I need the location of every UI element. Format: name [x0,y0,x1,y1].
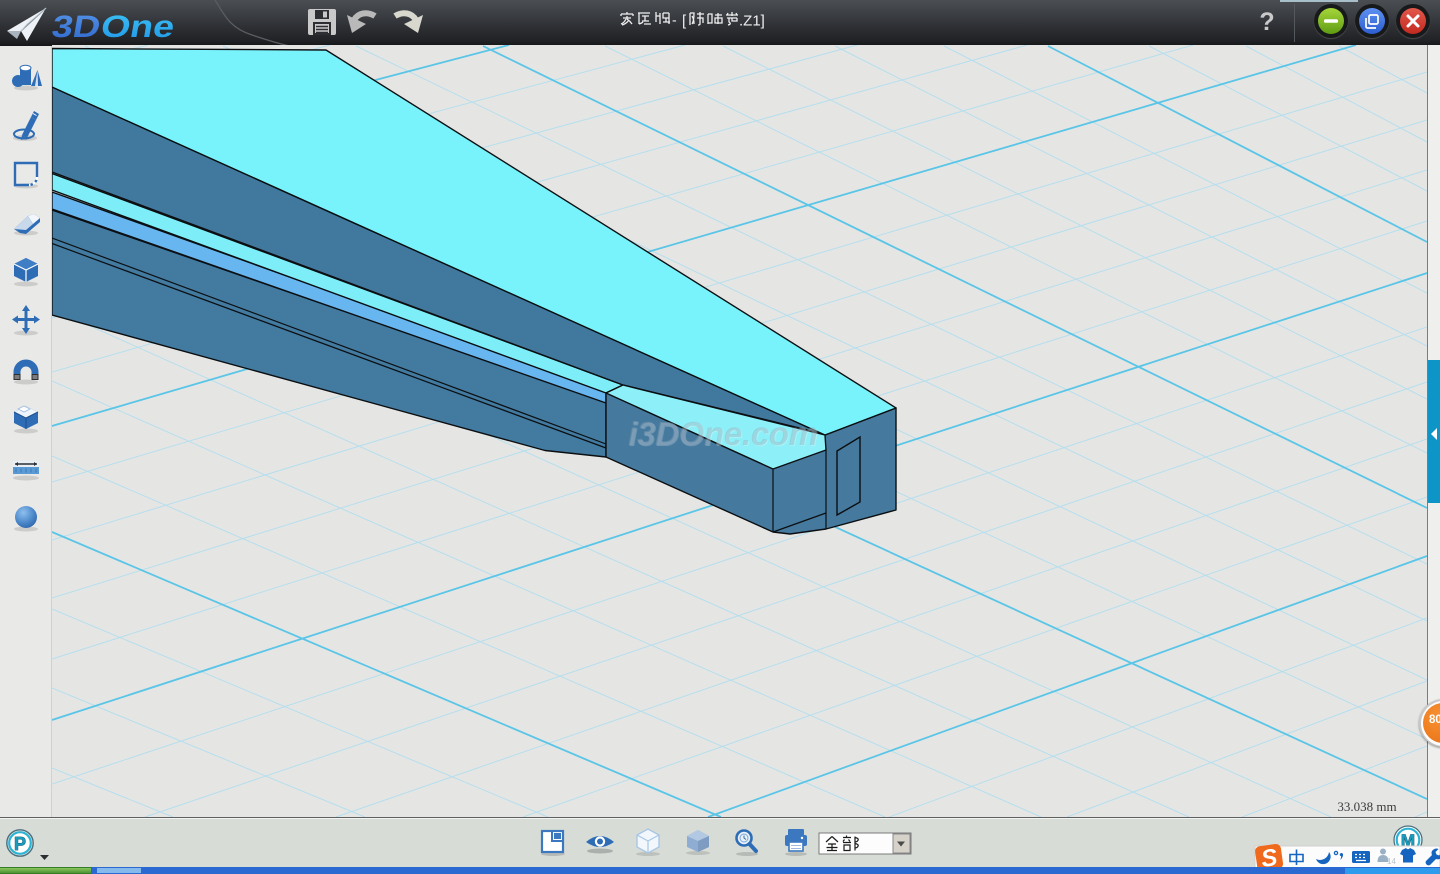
svg-text:[: [ [682,13,687,30]
svg-text:i3DOne.com: i3DOne.com [628,415,818,452]
svg-text:-: - [672,12,677,28]
svg-text:14: 14 [1387,857,1396,866]
svg-text:P: P [14,834,26,854]
svg-text:33.038 mm: 33.038 mm [1337,799,1396,814]
svg-text:.Z1]: .Z1] [739,13,765,30]
